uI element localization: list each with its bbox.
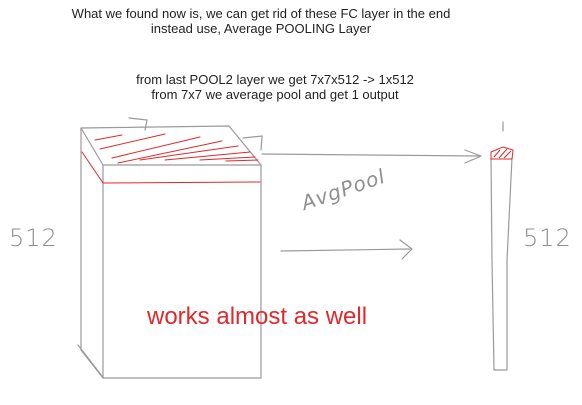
right-depth-label: 512 xyxy=(523,224,572,252)
volume-top-tick-2 xyxy=(242,135,263,151)
volume-front-fold xyxy=(77,344,103,377)
volume-side-edge xyxy=(80,127,104,379)
volume-top-front xyxy=(80,127,104,166)
top-arrow xyxy=(261,149,482,164)
avgpool-arrow xyxy=(280,239,413,260)
result-caption: works almost as well xyxy=(147,303,368,330)
column-top-hatch xyxy=(490,146,514,160)
volume-front-face xyxy=(102,164,262,379)
top-face-hatch xyxy=(81,133,261,184)
volume-top-tick xyxy=(128,117,148,131)
avgpool-sketch xyxy=(77,117,514,379)
feature-volume xyxy=(77,117,263,379)
column-right-edge xyxy=(506,157,513,371)
left-depth-label: 512 xyxy=(9,224,58,252)
column-left-edge xyxy=(490,157,495,371)
